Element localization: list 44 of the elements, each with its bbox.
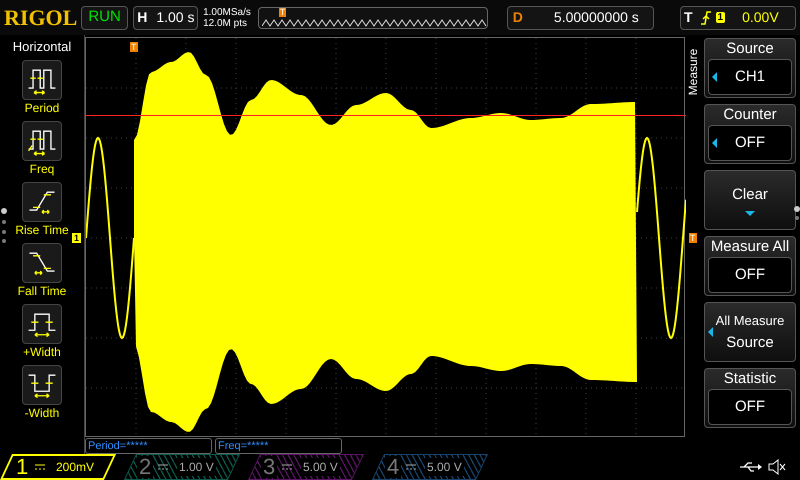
- channel-tab[interactable]: 3 5.00 V: [248, 454, 364, 480]
- softkey-button[interactable]: Clear: [704, 170, 796, 230]
- softkey-button[interactable]: Counter OFF: [704, 104, 796, 164]
- timebase-label: H: [136, 8, 148, 27]
- trigger-level-marker: T: [689, 233, 696, 243]
- brand-logo: RIGOL: [4, 4, 76, 32]
- trigger-level: 0.00V: [741, 8, 779, 27]
- channel-number: 3: [261, 456, 278, 478]
- softkey-button[interactable]: Statistic OFF: [704, 368, 796, 428]
- softkey-button[interactable]: All Measure Source: [704, 302, 796, 362]
- channel-number: 4: [385, 456, 402, 478]
- delay-label: D: [512, 8, 524, 27]
- channel-tab[interactable]: 4 5.00 V: [372, 454, 488, 480]
- softkey-button[interactable]: Measure All OFF: [704, 236, 796, 296]
- memory-depth: 12.0M pts: [203, 18, 248, 28]
- delay-value: 5.00000000 s: [552, 8, 639, 27]
- menu-title: Measure: [685, 48, 701, 98]
- trigger-source: 1: [716, 12, 726, 23]
- channel-1-marker: 1: [72, 233, 82, 243]
- channel-tab[interactable]: 2 1.00 V: [124, 454, 240, 480]
- measure-type-label: Freq: [30, 160, 54, 178]
- menu-title: Horizontal: [12, 38, 72, 56]
- measure-type-label: +Width: [23, 344, 61, 360]
- measure-type-label: Fall Time: [18, 282, 66, 300]
- trigger-label: T: [682, 8, 694, 27]
- channel-scale: 5.00 V: [301, 458, 340, 476]
- channel-tab[interactable]: 1 200mV: [0, 454, 116, 480]
- measure-type-label: Rise Time: [15, 222, 69, 238]
- measurement-readout: Period=*****: [85, 438, 212, 454]
- trigger-position-marker: T: [278, 8, 286, 16]
- channel-scale: 5.00 V: [425, 458, 464, 476]
- delay-display[interactable]: D 5.00000000 s: [506, 6, 654, 30]
- channel-number: 2: [137, 456, 154, 478]
- timebase-display[interactable]: H 1.00 s: [133, 6, 198, 30]
- measure-type-label: -Width: [24, 404, 60, 422]
- timebase-value: 1.00 s: [155, 8, 194, 27]
- softkey-button[interactable]: Source CH1: [704, 38, 796, 98]
- measure-type-label: Period: [24, 100, 60, 116]
- run-status[interactable]: RUN: [81, 6, 128, 30]
- channel-scale: 1.00 V: [177, 458, 216, 476]
- sample-rate: 1.00MSa/s: [203, 6, 251, 18]
- trigger-position-marker: T: [130, 42, 138, 52]
- measurement-readout: Freq=*****: [215, 438, 342, 454]
- trigger-display[interactable]: T 1 0.00V: [680, 6, 796, 30]
